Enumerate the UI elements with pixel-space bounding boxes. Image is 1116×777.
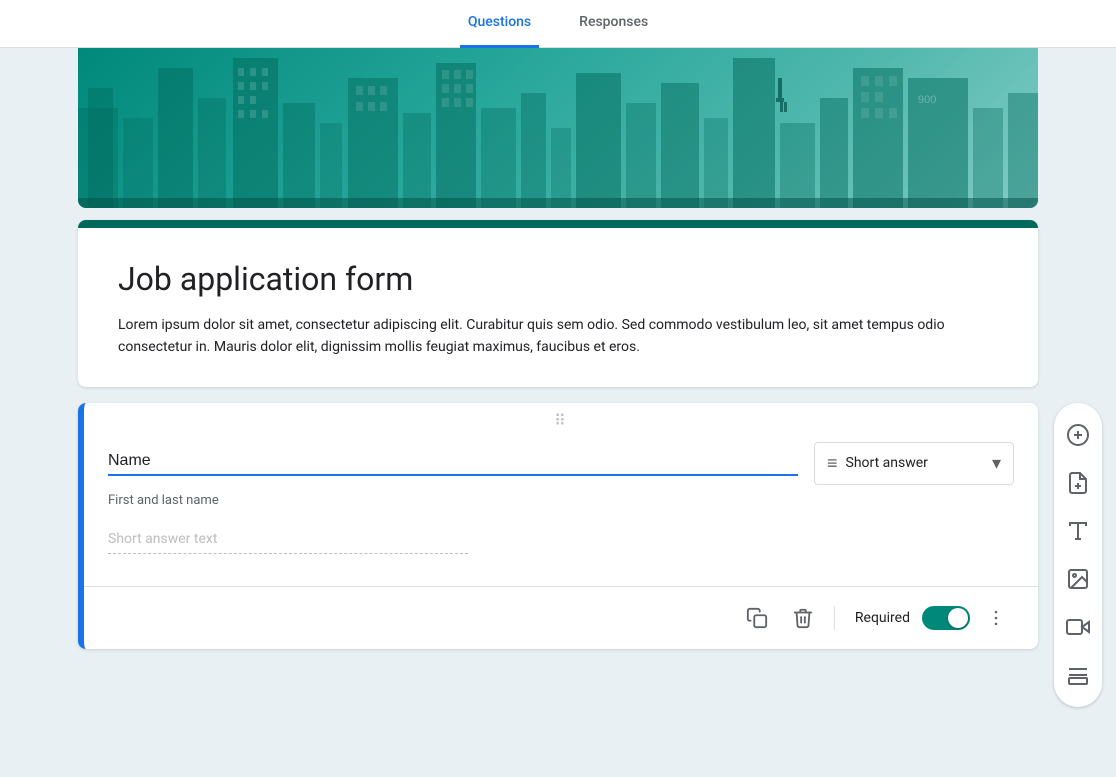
question-name-input[interactable]	[108, 452, 798, 470]
question-area: ⠿ ≡ Short answer ▾	[0, 403, 1116, 649]
top-navigation: Questions Responses	[0, 0, 1116, 48]
question-top-row: ≡ Short answer ▾	[108, 442, 1014, 485]
svg-text:900: 900	[918, 94, 936, 106]
drag-handle[interactable]: ⠿	[84, 403, 1038, 434]
delete-question-button[interactable]	[784, 599, 822, 637]
import-questions-button[interactable]	[1054, 459, 1102, 507]
required-label: Required	[855, 610, 910, 626]
question-input-wrap	[108, 450, 798, 476]
toggle-thumb	[948, 608, 968, 628]
add-video-button[interactable]	[1054, 603, 1102, 651]
type-icon: ≡	[827, 453, 838, 474]
form-title-card: Job application form Lorem ipsum dolor s…	[78, 220, 1038, 387]
question-body: ≡ Short answer ▾ First and last name Sho…	[84, 434, 1038, 554]
drag-dots-icon: ⠿	[554, 411, 568, 430]
add-title-button[interactable]	[1054, 507, 1102, 555]
short-answer-preview: Short answer text	[108, 528, 468, 554]
main-content: 900 Job application form Lorem ipsum dol…	[0, 48, 1116, 689]
question-footer: Required	[84, 587, 1038, 649]
add-question-button[interactable]	[1054, 411, 1102, 459]
required-toggle[interactable]	[922, 606, 970, 630]
question-card-wrapper: ⠿ ≡ Short answer ▾	[78, 403, 1038, 649]
question-card: ⠿ ≡ Short answer ▾	[78, 403, 1038, 649]
type-selector-dropdown[interactable]: ≡ Short answer ▾	[814, 442, 1014, 485]
short-answer-preview-text: Short answer text	[108, 531, 217, 547]
add-image-button[interactable]	[1054, 555, 1102, 603]
question-subtitle: First and last name	[108, 493, 1014, 508]
form-description: Lorem ipsum dolor sit amet, consectetur …	[118, 314, 998, 359]
chevron-down-icon: ▾	[992, 453, 1001, 474]
form-title: Job application form	[118, 260, 998, 298]
copy-question-button[interactable]	[738, 599, 776, 637]
add-section-button[interactable]	[1054, 651, 1102, 699]
tab-responses[interactable]: Responses	[571, 0, 656, 48]
more-options-button[interactable]	[978, 600, 1014, 636]
tab-questions[interactable]: Questions	[460, 0, 539, 48]
type-label: Short answer	[846, 455, 984, 471]
footer-divider	[834, 606, 835, 630]
sidebar-tools	[1054, 403, 1102, 707]
hero-banner: 900	[78, 48, 1038, 208]
